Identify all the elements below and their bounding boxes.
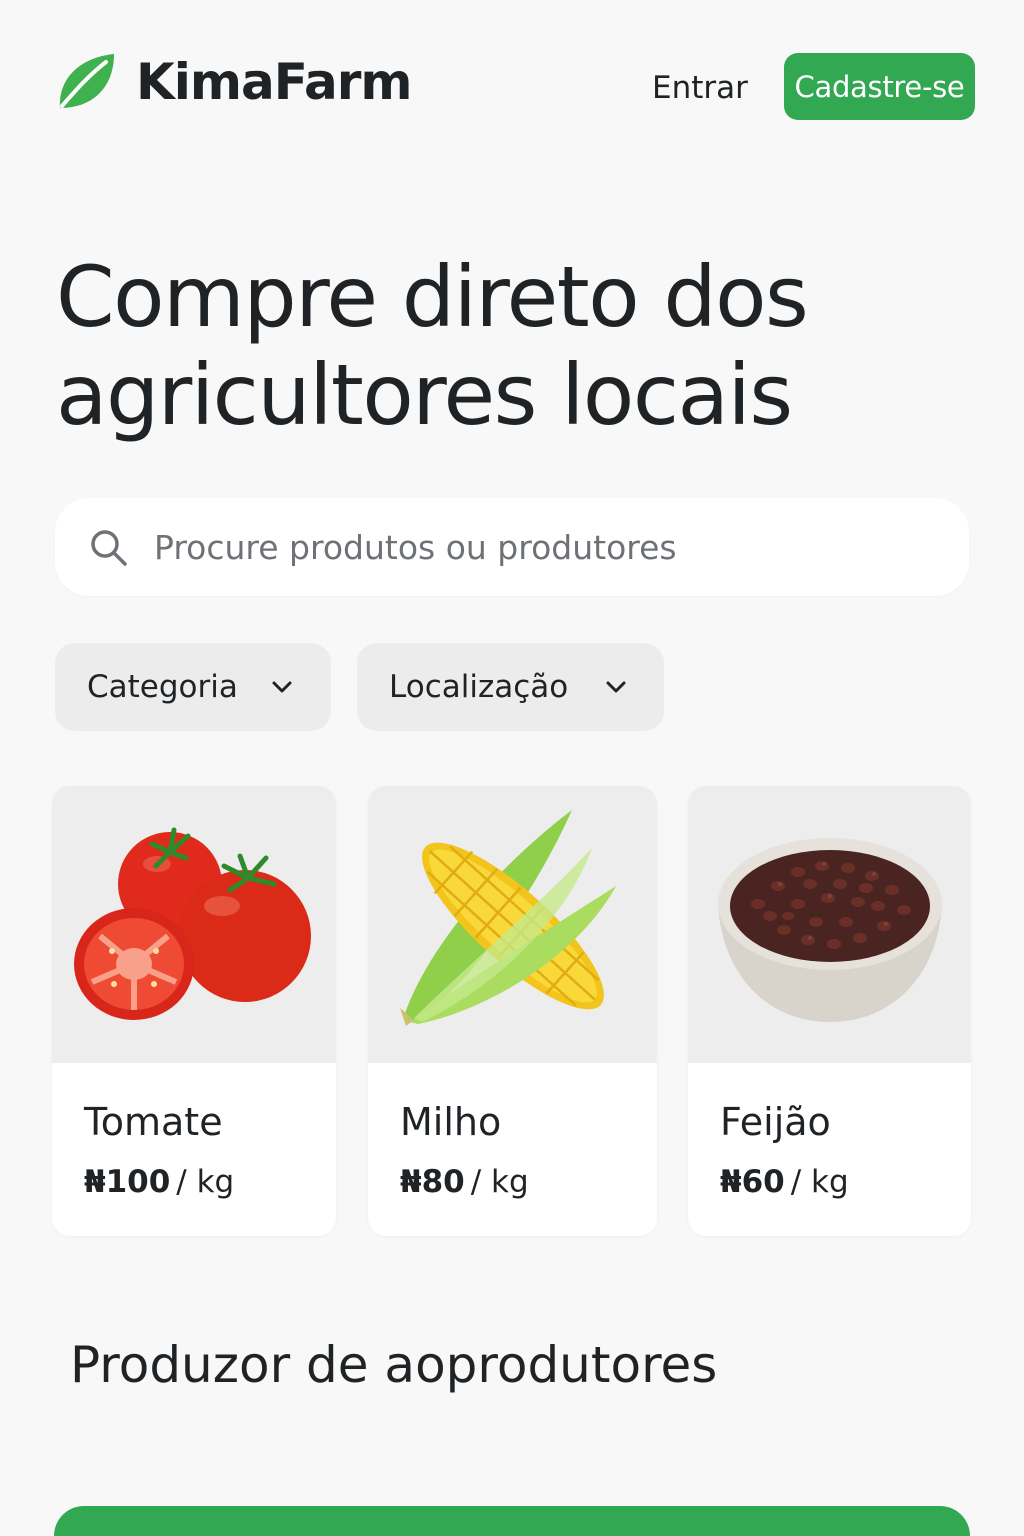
- corn-image: [368, 786, 657, 1063]
- product-card-tomate[interactable]: Tomate ₦100/ kg: [52, 786, 336, 1236]
- beans-bowl-image: [688, 786, 971, 1063]
- chevron-down-icon: [272, 681, 292, 693]
- producers-section-title: Produzor de aoprodutores: [70, 1336, 718, 1394]
- product-price: ₦60/ kg: [720, 1164, 849, 1200]
- tomato-image: [52, 786, 336, 1063]
- price-value: ₦80: [400, 1164, 465, 1200]
- page: KimaFarm Entrar Cadastre-se Compre diret…: [0, 0, 1024, 1536]
- hero-title: Compre direto dos agricultores locais: [56, 248, 809, 444]
- product-card-feijao[interactable]: Feijão ₦60/ kg: [688, 786, 971, 1236]
- top-navigation: KimaFarm Entrar Cadastre-se: [0, 0, 1024, 170]
- product-price: ₦100/ kg: [84, 1164, 234, 1200]
- brand-name: KimaFarm: [136, 53, 412, 111]
- brand-logo[interactable]: KimaFarm: [54, 50, 412, 114]
- product-price: ₦80/ kg: [400, 1164, 529, 1200]
- price-value: ₦100: [84, 1164, 171, 1200]
- search-input[interactable]: [154, 520, 934, 574]
- location-filter[interactable]: Localização: [357, 643, 664, 731]
- signup-button[interactable]: Cadastre-se: [784, 53, 975, 120]
- product-name: Tomate: [84, 1100, 223, 1144]
- price-unit: / kg: [176, 1164, 235, 1200]
- price-value: ₦60: [720, 1164, 785, 1200]
- leaf-icon: [59, 54, 114, 108]
- search-icon: [91, 530, 127, 566]
- price-unit: / kg: [790, 1164, 849, 1200]
- product-name: Feijão: [720, 1100, 831, 1144]
- category-filter[interactable]: Categoria: [55, 643, 331, 731]
- location-filter-label: Localização: [389, 669, 569, 705]
- product-card-milho[interactable]: Milho ₦80/ kg: [368, 786, 657, 1236]
- category-filter-label: Categoria: [87, 669, 238, 705]
- product-name: Milho: [400, 1100, 502, 1144]
- chevron-down-icon: [606, 681, 626, 693]
- login-link[interactable]: Entrar: [652, 70, 748, 106]
- price-unit: / kg: [470, 1164, 529, 1200]
- bottom-action-bar[interactable]: [54, 1506, 970, 1536]
